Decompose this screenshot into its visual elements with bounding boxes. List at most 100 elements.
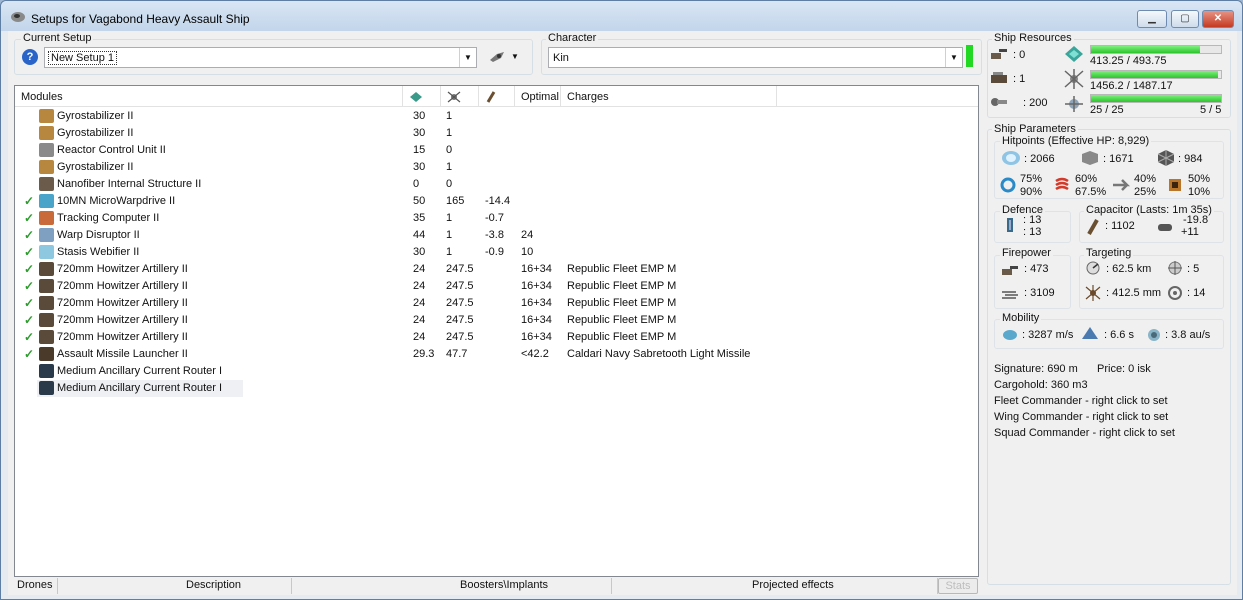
chevron-down-icon: ▼: [459, 48, 476, 67]
module-active-check[interactable]: ✓: [24, 279, 34, 293]
module-cpu-cell: 24: [413, 331, 426, 343]
fleet-commander-text[interactable]: Fleet Commander - right click to set: [994, 395, 1168, 407]
tab-drones[interactable]: Drones: [14, 578, 58, 594]
drones-bar-fill: [1091, 95, 1221, 102]
align-time-icon: [1082, 327, 1098, 339]
artillery-icon: [39, 262, 54, 276]
tab-stats[interactable]: Stats: [938, 578, 978, 594]
module-active-check[interactable]: ✓: [24, 194, 34, 208]
module-cpu-cell: 15: [413, 144, 426, 156]
tab-description[interactable]: Description: [58, 578, 292, 594]
module-active-check[interactable]: ✓: [24, 262, 34, 276]
missile-launcher-icon: [39, 347, 54, 361]
modules-header: Modules Optimal Charges: [15, 86, 978, 107]
header-charges[interactable]: Charges: [561, 86, 777, 107]
tab-projected-effects[interactable]: Projected effects: [612, 578, 938, 594]
title-bar[interactable]: Setups for Vagabond Heavy Assault Ship ▁…: [1, 1, 1242, 31]
stasis-webifier-icon: [39, 245, 54, 259]
module-active-check[interactable]: ✓: [24, 228, 34, 242]
tab-boosters-implants[interactable]: Boosters\Implants: [292, 578, 612, 594]
setup-select[interactable]: New Setup 1 ▼: [44, 47, 477, 68]
header-optimal[interactable]: Optimal: [515, 86, 561, 107]
module-row[interactable]: ✓ 10MN MicroWarpdrive II 50 165 -14.4: [15, 193, 978, 210]
module-name-cell: Stasis Webifier II: [57, 246, 140, 258]
character-select[interactable]: Kin ▼: [548, 47, 963, 68]
dps-value: : 473: [1024, 263, 1049, 275]
module-row[interactable]: ✓ Warp Disruptor II 44 1 -3.8 24: [15, 227, 978, 244]
character-status-indicator: [966, 45, 973, 67]
rig-icon: [39, 381, 54, 395]
wing-commander-text[interactable]: Wing Commander - right click to set: [994, 411, 1168, 423]
em-resist-icon: [1000, 177, 1016, 193]
module-row[interactable]: ✓ 720mm Howitzer Artillery II 24 247.5 16+34…: [15, 278, 978, 295]
module-row[interactable]: ✓ Stasis Webifier II 30 1 -0.9 10: [15, 244, 978, 261]
thermal-resist-armor: 67.5%: [1075, 186, 1107, 198]
module-active-check[interactable]: ✓: [24, 211, 34, 225]
header-powergrid[interactable]: [441, 86, 479, 107]
module-cpu-cell: 44: [413, 229, 426, 241]
module-cpu-cell: 0: [413, 178, 420, 190]
module-active-check[interactable]: ✓: [24, 245, 34, 259]
module-row[interactable]: ✓ 720mm Howitzer Artillery II 24 247.5 16+34…: [15, 261, 978, 278]
launcher-hardpoints-value: : 1: [1013, 73, 1026, 85]
module-row[interactable]: Nanofiber Internal Structure II 0 0: [15, 176, 978, 193]
module-cap-cell: -0.9: [485, 246, 504, 258]
price-text: Price: 0 isk: [1097, 363, 1151, 375]
armor-icon: [1082, 151, 1098, 165]
explosive-resist-icon: [1169, 179, 1181, 191]
module-row[interactable]: Medium Ancillary Current Router I: [37, 380, 243, 397]
module-row[interactable]: Gyrostabilizer II 30 1: [15, 159, 978, 176]
powergrid-icon: [447, 91, 461, 103]
volley-value: : 3109: [1024, 287, 1055, 299]
module-pg-cell: 1: [446, 212, 453, 224]
header-capacitor[interactable]: [479, 86, 515, 107]
module-active-check[interactable]: ✓: [24, 313, 34, 327]
cpu-bar-fill: [1091, 46, 1200, 53]
header-modules[interactable]: Modules: [15, 86, 403, 107]
gyrostabilizer-icon: [39, 126, 54, 140]
module-active-check[interactable]: ✓: [24, 330, 34, 344]
calibration-icon: [991, 98, 1007, 106]
module-row[interactable]: ✓ Tracking Computer II 35 1 -0.7: [15, 210, 978, 227]
kinetic-resist-icon: [1113, 179, 1130, 191]
armor-hp-value: : 1671: [1103, 153, 1134, 165]
maximize-button[interactable]: ▢: [1171, 10, 1199, 28]
help-icon[interactable]: ?: [22, 49, 38, 65]
ship-parameters-label: Ship Parameters: [992, 123, 1078, 135]
drones-bandwidth-text: 5 / 5: [1200, 104, 1222, 116]
cpu-bar: [1090, 45, 1222, 54]
close-button[interactable]: ✕: [1202, 10, 1234, 28]
module-name-cell: Gyrostabilizer II: [57, 110, 134, 122]
module-row[interactable]: ✓ 720mm Howitzer Artillery II 24 247.5 16+34…: [15, 312, 978, 329]
module-active-check[interactable]: ✓: [24, 347, 34, 361]
gyrostabilizer-icon: [39, 109, 54, 123]
launcher-hardpoint-icon: [991, 72, 1007, 83]
module-name-cell: Assault Missile Launcher II: [57, 348, 188, 360]
module-row[interactable]: Reactor Control Unit II 15 0: [15, 142, 978, 159]
module-row[interactable]: Medium Ancillary Current Router I: [15, 363, 978, 380]
module-row[interactable]: Gyrostabilizer II 30 1: [15, 125, 978, 142]
module-name-cell: 720mm Howitzer Artillery II: [57, 280, 188, 292]
module-pg-cell: 247.5: [446, 331, 474, 343]
module-charges-cell: Republic Fleet EMP M: [567, 331, 677, 343]
module-charges-cell: Caldari Navy Sabretooth Light Missile: [567, 348, 751, 360]
em-resist-armor: 90%: [1020, 186, 1043, 198]
module-row[interactable]: Gyrostabilizer II 30 1: [15, 108, 978, 125]
minimize-button[interactable]: ▁: [1137, 10, 1167, 28]
module-cpu-cell: 30: [413, 127, 426, 139]
module-row[interactable]: ✓ Assault Missile Launcher II 29.3 47.7 <42.…: [15, 346, 978, 363]
rig-icon: [39, 364, 54, 378]
targeting-range-icon: [1086, 261, 1100, 275]
drones-bar: [1090, 94, 1222, 103]
modules-list[interactable]: Modules Optimal Charges Gyrostabilizer I…: [14, 85, 979, 577]
module-cap-cell: -0.7: [485, 212, 504, 224]
squad-commander-text[interactable]: Squad Commander - right click to set: [994, 427, 1175, 439]
module-active-check[interactable]: ✓: [24, 296, 34, 310]
module-row[interactable]: ✓ 720mm Howitzer Artillery II 24 247.5 16+34…: [15, 295, 978, 312]
volley-icon: [1002, 291, 1018, 299]
header-cpu[interactable]: [403, 86, 441, 107]
mobility-label: Mobility: [1000, 312, 1042, 324]
module-row[interactable]: ✓ 720mm Howitzer Artillery II 24 247.5 16+34…: [15, 329, 978, 346]
setup-menu-button[interactable]: ▼: [487, 49, 523, 67]
defence-value-2: : 13: [1023, 226, 1042, 238]
